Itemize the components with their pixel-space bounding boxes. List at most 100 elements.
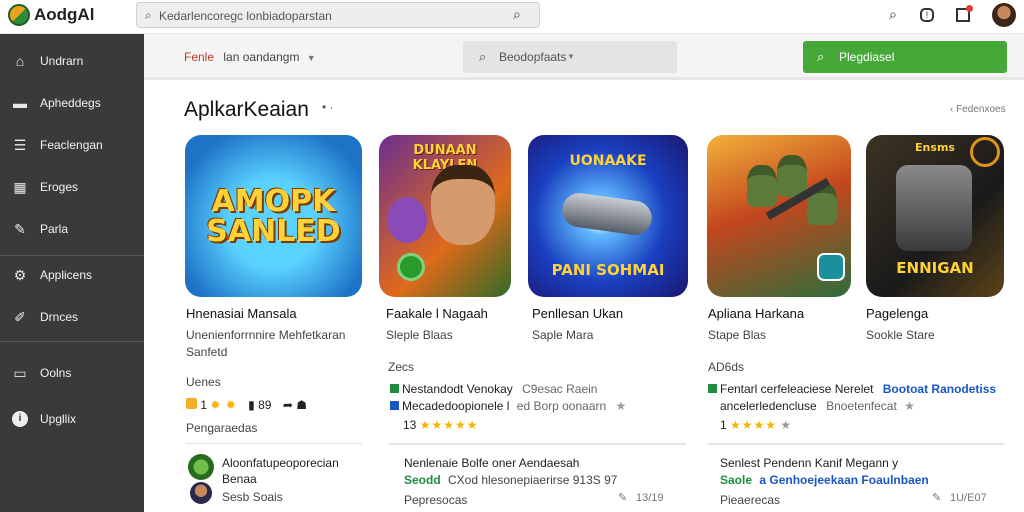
document-icon: ▭ <box>13 365 27 381</box>
rating-stars: ★★★★ <box>730 418 778 432</box>
search-value: Kedarlencoregc lonbiadoparstan <box>159 9 332 23</box>
list-icon: ☰ <box>13 137 27 153</box>
review-title: Nenlenaie Bolfe oner Aendaesah <box>404 456 580 470</box>
detail-line-text: Nestandodt Venokay <box>402 382 513 396</box>
category-search-value: Beodopfaats <box>499 50 567 64</box>
home-icon: ⌂ <box>15 53 25 69</box>
sidebar-divider <box>0 255 144 256</box>
more-options-icon[interactable]: • · <box>322 100 334 114</box>
detail-line-text: Fentarl cerfeleaciese Nerelet <box>720 382 874 396</box>
filter-bar: Fenle lan oandangm ▼ ⌕ Beodopfaats ▼ ⌕ P… <box>144 34 1024 80</box>
filter-value: lan oandangm <box>223 50 300 64</box>
check-icon <box>708 384 717 393</box>
section-nav-label: Fedenxoes <box>956 104 1006 115</box>
section-title: AplkarKeaian <box>184 98 309 121</box>
search-icon: ⌕ <box>479 49 487 64</box>
app-name[interactable]: Penllesan Ukan <box>532 306 623 321</box>
settings-icon: ⚙ <box>13 267 27 283</box>
detail-line-meta: Bootoat Ranodetiss <box>882 382 997 396</box>
review-title: Aloonfatupeoporecian <box>222 456 339 470</box>
sidebar-item-upgrade[interactable]: i Upgllix <box>0 401 144 437</box>
review-line: Seodd CXod hlesonepiaerirse 913S 97 <box>404 473 617 487</box>
app-card-icon[interactable]: AMOPK SANLED <box>185 135 362 297</box>
sidebar-item-home[interactable]: ⌂ Undrarn <box>0 43 144 79</box>
sidebar-item-label: Apheddegs <box>40 96 101 110</box>
grid-icon: ▦ <box>13 179 27 195</box>
sidebar-item-games[interactable]: ▦ Eroges <box>0 169 144 205</box>
top-bar: AodgAl ⌕ Kedarlencoregc lonbiadoparstan … <box>0 0 1024 34</box>
sidebar-item-label: Drnces <box>40 310 79 324</box>
sidebar-item-features[interactable]: ☰ Feaclengan <box>0 127 144 163</box>
detail-line: ancelerledencluse Bnoetenfecat ★ <box>720 399 915 413</box>
share-icon[interactable]: ➦ ☗ <box>283 398 307 412</box>
app-badge-icon <box>817 253 845 281</box>
logo-icon <box>8 4 30 26</box>
sidebar-item-parla[interactable]: ✎ Parla <box>0 211 144 247</box>
review-text: a Genhoejeekaan Foaulnbaen <box>759 473 929 487</box>
search-go-button[interactable]: ⌕ Plegdiasel <box>803 41 1007 73</box>
edit-icon[interactable]: ✎ <box>618 491 627 504</box>
review-footer: Pepresocas <box>404 493 468 507</box>
folder-icon: ▬ <box>13 95 27 111</box>
filter-dropdown[interactable]: Fenle lan oandangm ▼ <box>184 50 316 64</box>
app-icon-caption-2: ENNIGAN <box>896 259 974 277</box>
info-icon: i <box>12 411 28 427</box>
avatar[interactable] <box>188 454 214 480</box>
avatar[interactable] <box>190 482 212 504</box>
review-meta: Sesb Soais <box>222 490 283 504</box>
app-description: Sookle Stare <box>866 328 935 342</box>
sidebar-item-label: Parla <box>40 222 69 236</box>
review-card[interactable]: Nenlenaie Bolfe oner Aendaesah Seodd CXo… <box>390 444 686 512</box>
detail-line: Mecadedoopionele l ed Borp oonaarn ★ <box>390 399 626 413</box>
category-search-input[interactable]: ⌕ Beodopfaats ▼ <box>463 41 677 73</box>
app-name[interactable]: Pagelenga <box>866 306 928 321</box>
app-card-icon[interactable]: DUNAAN KLAYLEN <box>379 135 511 297</box>
detail-header: Zecs <box>388 360 415 374</box>
detail-line-meta: ed Borp oonaarn <box>516 399 607 413</box>
detail-header: AD6ds <box>708 360 745 374</box>
review-count: 1U/E07 <box>950 492 987 504</box>
star-outline-icon: ★ <box>780 418 792 432</box>
star-outline-icon[interactable]: ★ <box>904 399 915 413</box>
app-name[interactable]: Hnenasiai Mansala <box>186 306 297 321</box>
search-button-icon[interactable]: ⌕ <box>513 6 521 23</box>
app-description: Stape Blas <box>708 328 767 342</box>
review-text: CXod hlesonepiaerirse 913S 97 <box>448 473 618 487</box>
search-icon: ⌕ <box>817 49 825 64</box>
review-line: Saole a Genhoejeekaan Foaulnbaen <box>720 473 929 487</box>
section-nav-link[interactable]: ‹ Fedenxoes <box>950 104 1006 115</box>
app-icon-caption: AMOPK SANLED <box>206 184 341 249</box>
sidebar-item-label: Oolns <box>40 366 72 380</box>
rating-row: 13 ★★★★★ <box>403 418 479 432</box>
review-title: Senlest Pendenn Kanif Megann y <box>720 456 899 470</box>
search-input[interactable]: ⌕ Kedarlencoregc lonbiadoparstan ⌕ <box>136 2 540 28</box>
search-go-label: Plegdiasel <box>839 50 895 64</box>
app-card-icon[interactable]: UONAAKE PANI SOHMAI <box>528 135 688 297</box>
sidebar: ⌂ Undrarn ▬ Apheddegs ☰ Feaclengan ▦ Ero… <box>0 34 144 512</box>
star-outline-icon[interactable]: ★ <box>616 399 627 413</box>
check-icon <box>390 384 399 393</box>
search-icon[interactable]: ⌕ <box>884 6 902 24</box>
sidebar-item-apps[interactable]: ▬ Apheddegs <box>0 85 144 121</box>
app-name[interactable]: Apliana Harkana <box>708 306 804 321</box>
chevron-down-icon: ▼ <box>306 53 316 63</box>
app-name[interactable]: Faakale l Nagaah <box>386 306 488 321</box>
sidebar-item-drnces[interactable]: ✐ Drnces <box>0 299 144 335</box>
review-subtitle: Benaa <box>222 472 257 486</box>
review-footer: Pieaerecas <box>720 493 781 507</box>
edit-icon[interactable]: ✎ <box>932 491 941 504</box>
notification-icon[interactable]: ! <box>920 8 934 22</box>
sidebar-item-applications[interactable]: ⚙ Applicens <box>0 257 144 293</box>
app-card-icon[interactable] <box>707 135 851 297</box>
app-card-icon[interactable]: Ensms ENNIGAN <box>866 135 1004 297</box>
rating-stars: ★★★★★ <box>419 418 479 432</box>
review-tag: Seodd <box>404 473 441 487</box>
app-icon-caption-2: PANI SOHMAI <box>551 261 665 279</box>
app-logo[interactable]: AodgAl <box>8 4 94 26</box>
sidebar-item-tools[interactable]: ▭ Oolns <box>0 355 144 391</box>
rating-count: 1 <box>720 418 727 432</box>
review-card[interactable]: Senlest Pendenn Kanif Megann y Saole a G… <box>708 444 1004 512</box>
avatar[interactable] <box>992 3 1016 27</box>
character-graphic <box>431 165 495 245</box>
detail-line-text: ancelerledencluse <box>720 399 817 413</box>
